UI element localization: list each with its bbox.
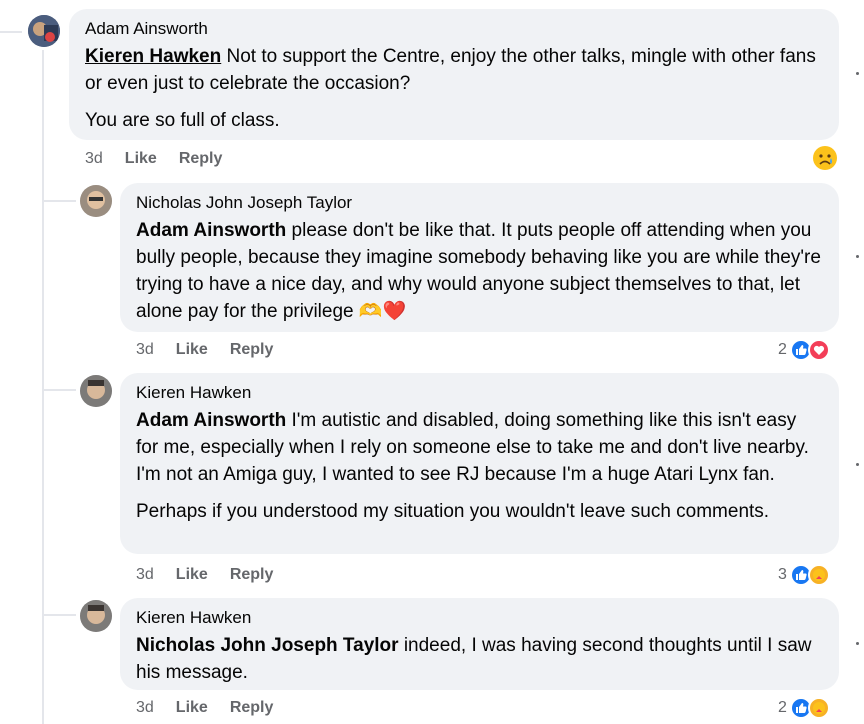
comment-author[interactable]: Adam Ainsworth bbox=[85, 19, 823, 39]
reaction-summary-4[interactable]: 2 bbox=[778, 697, 830, 719]
avatar-kieren-hawken[interactable] bbox=[80, 375, 112, 407]
mention-link[interactable]: Kieren Hawken bbox=[85, 46, 221, 67]
reply-button[interactable]: Reply bbox=[230, 341, 274, 359]
care-reaction-icon bbox=[807, 697, 830, 719]
comment-text: Adam Ainsworth I'm autistic and disabled… bbox=[136, 407, 823, 488]
sad-reaction-icon[interactable] bbox=[812, 145, 838, 171]
reply-button[interactable]: Reply bbox=[230, 566, 274, 584]
comment-bubble-2: Nicholas John Joseph Taylor Adam Ainswor… bbox=[120, 183, 839, 332]
mention-link[interactable]: Adam Ainsworth bbox=[136, 410, 286, 431]
more-options-dot-3[interactable] bbox=[856, 463, 859, 466]
avatar-adam-ainsworth[interactable] bbox=[28, 15, 60, 47]
more-options-dot-2[interactable] bbox=[856, 255, 859, 258]
love-reaction-icon bbox=[807, 339, 830, 361]
reaction-count: 2 bbox=[778, 341, 787, 358]
care-reaction-icon bbox=[807, 564, 830, 586]
mention-link[interactable]: Nicholas John Joseph Taylor bbox=[136, 635, 399, 656]
timestamp[interactable]: 3d bbox=[85, 150, 103, 168]
comment-author[interactable]: Kieren Hawken bbox=[136, 608, 823, 628]
avatar-image bbox=[80, 185, 112, 217]
reaction-count: 2 bbox=[778, 699, 787, 716]
mention-link[interactable]: Adam Ainsworth bbox=[136, 220, 286, 241]
comment-paragraph-2: You are so full of class. bbox=[85, 110, 280, 131]
comment-text: Adam Ainsworth please don't be like that… bbox=[136, 217, 823, 325]
thread-connector-2 bbox=[42, 389, 76, 391]
like-button[interactable]: Like bbox=[125, 150, 157, 168]
timestamp[interactable]: 3d bbox=[136, 341, 154, 359]
comment-bubble-4: Kieren Hawken Nicholas John Joseph Taylo… bbox=[120, 598, 839, 690]
comment-actions-2: 3d Like Reply bbox=[136, 341, 273, 359]
more-options-dot-4[interactable] bbox=[856, 642, 859, 645]
like-button[interactable]: Like bbox=[176, 341, 208, 359]
comment-actions-4: 3d Like Reply bbox=[136, 699, 273, 717]
comment-paragraph-2: Perhaps if you understood my situation y… bbox=[136, 501, 770, 522]
timestamp[interactable]: 3d bbox=[136, 699, 154, 717]
reaction-summary-3[interactable]: 3 bbox=[778, 564, 830, 586]
thread-connector-1 bbox=[42, 200, 76, 202]
avatar-image bbox=[80, 600, 112, 632]
comment-bubble-1: Adam Ainsworth Kieren Hawken Not to supp… bbox=[69, 9, 839, 140]
thread-connector-3 bbox=[42, 614, 76, 616]
comment-bubble-3: Kieren Hawken Adam Ainsworth I'm autisti… bbox=[120, 373, 839, 554]
comment-author[interactable]: Kieren Hawken bbox=[136, 383, 823, 403]
timestamp[interactable]: 3d bbox=[136, 566, 154, 584]
more-options-dot-1[interactable] bbox=[856, 72, 859, 75]
thread-line-main bbox=[42, 50, 44, 724]
thread-branch-1 bbox=[42, 182, 44, 202]
thread-line-top bbox=[0, 31, 22, 33]
reaction-summary-2[interactable]: 2 bbox=[778, 339, 830, 361]
comment-text: Kieren Hawken Not to support the Centre,… bbox=[85, 43, 823, 97]
like-button[interactable]: Like bbox=[176, 566, 208, 584]
comment-author[interactable]: Nicholas John Joseph Taylor bbox=[136, 193, 823, 213]
avatar-image bbox=[80, 375, 112, 407]
reply-button[interactable]: Reply bbox=[230, 699, 274, 717]
reply-button[interactable]: Reply bbox=[179, 150, 223, 168]
like-button[interactable]: Like bbox=[176, 699, 208, 717]
comment-actions-1: 3d Like Reply bbox=[85, 150, 222, 168]
avatar-nicholas-taylor[interactable] bbox=[80, 185, 112, 217]
avatar-kieren-hawken[interactable] bbox=[80, 600, 112, 632]
avatar-image bbox=[28, 15, 60, 47]
comment-actions-3: 3d Like Reply bbox=[136, 566, 273, 584]
reaction-count: 3 bbox=[778, 566, 787, 583]
comment-text: Nicholas John Joseph Taylor indeed, I wa… bbox=[136, 632, 823, 686]
